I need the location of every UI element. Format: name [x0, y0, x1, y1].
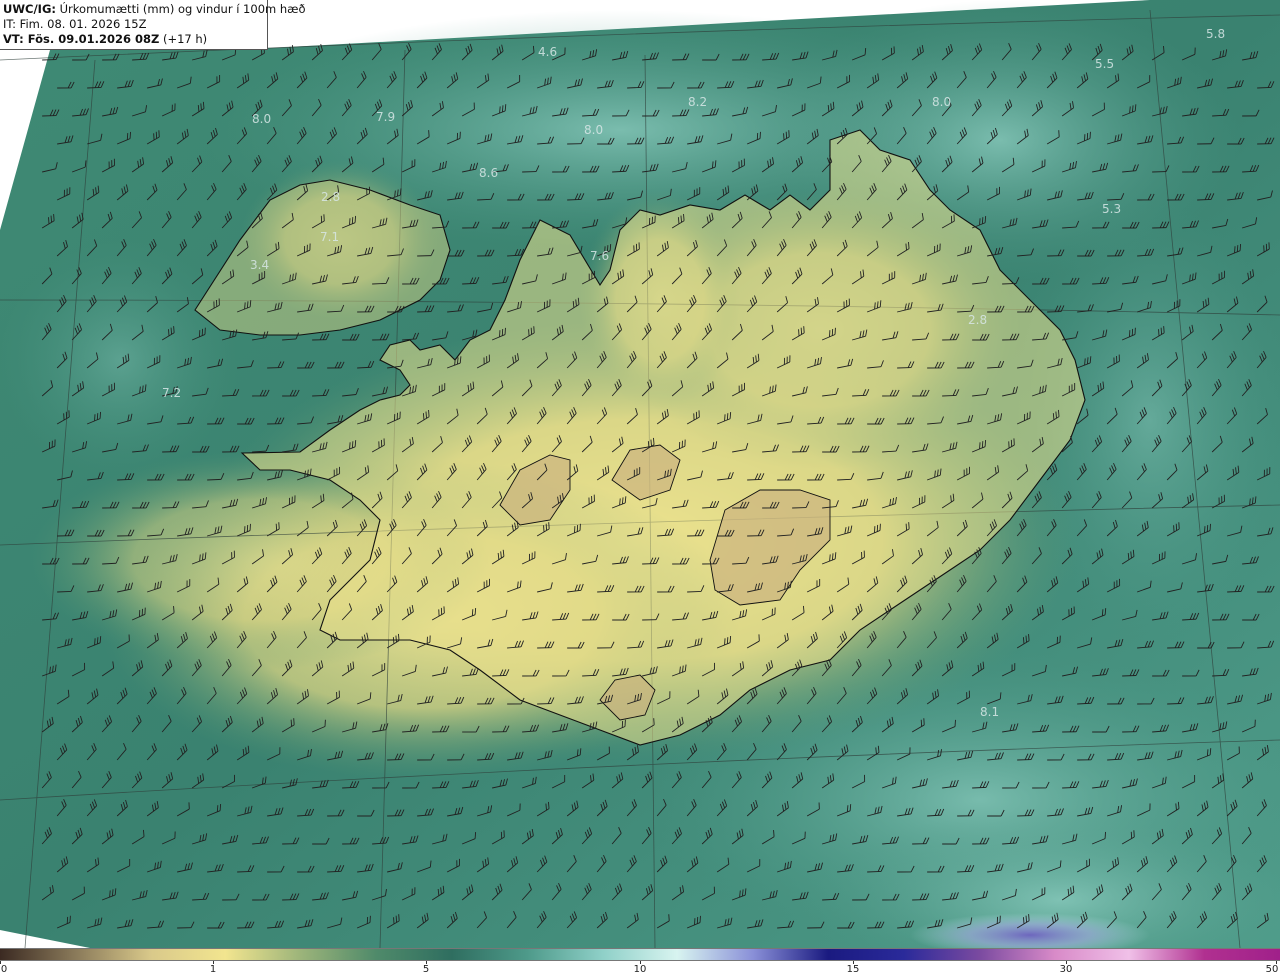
colorbar-tick-label: 5: [422, 964, 430, 975]
colorbar-tick-label: 1: [209, 964, 217, 975]
colorbar-tick-label: 30: [1059, 964, 1073, 975]
field-value: 8.0: [252, 112, 271, 126]
colorbar-tick-label: 50: [1265, 964, 1279, 975]
field-value: 5.5: [1095, 57, 1114, 71]
map-title: Úrkomumætti (mm) og vindur í 100m hæð: [59, 2, 306, 16]
field-value: 5.3: [1102, 202, 1121, 216]
colorbar-tick-label: 10: [633, 964, 647, 975]
valid-time: VT: Fös. 09.01.2026 08Z: [3, 32, 160, 46]
field-value: 4.6: [538, 45, 557, 59]
field-value: 2.8: [968, 313, 987, 327]
valid-time-line: VT: Fös. 09.01.2026 08Z (+17 h): [3, 32, 264, 47]
title-line: UWC/IG: Úrkomumætti (mm) og vindur í 100…: [3, 2, 306, 17]
field-value: 8.0: [932, 95, 951, 109]
field-value: 3.4: [250, 258, 269, 272]
field-value: 7.6: [590, 249, 609, 263]
forecast-offset: (+17 h): [162, 32, 208, 46]
init-time: IT: Fim. 08. 01. 2026 15Z: [3, 17, 147, 31]
map-panel: 4.6 5.8 5.5 8.2 8.0 7.9 8.0 8.0 5.3 8.6 …: [0, 0, 1280, 948]
field-value: 8.2: [688, 95, 707, 109]
field-value: 7.1: [320, 230, 339, 244]
field-value: 8.0: [584, 123, 603, 137]
field-value: 7.2: [162, 386, 181, 400]
field-value: 2.8: [321, 190, 340, 204]
colorbar: 0 1 5 10 15 30 50: [0, 948, 1280, 978]
field-value: 5.8: [1206, 27, 1225, 41]
field-value: 8.1: [980, 705, 999, 719]
precipitation-map: 4.6 5.8 5.5 8.2 8.0 7.9 8.0 8.0 5.3 8.6 …: [0, 0, 1280, 948]
model-label: UWC/IG:: [3, 2, 56, 16]
colorbar-tick-label: 0: [0, 964, 8, 975]
map-info-box: UWC/IG: Úrkomumætti (mm) og vindur í 100…: [0, 0, 306, 50]
colorbar-gradient: [0, 948, 1280, 961]
colorbar-tick-label: 15: [846, 964, 860, 975]
field-value: 7.9: [376, 110, 395, 124]
field-value: 8.6: [479, 166, 498, 180]
